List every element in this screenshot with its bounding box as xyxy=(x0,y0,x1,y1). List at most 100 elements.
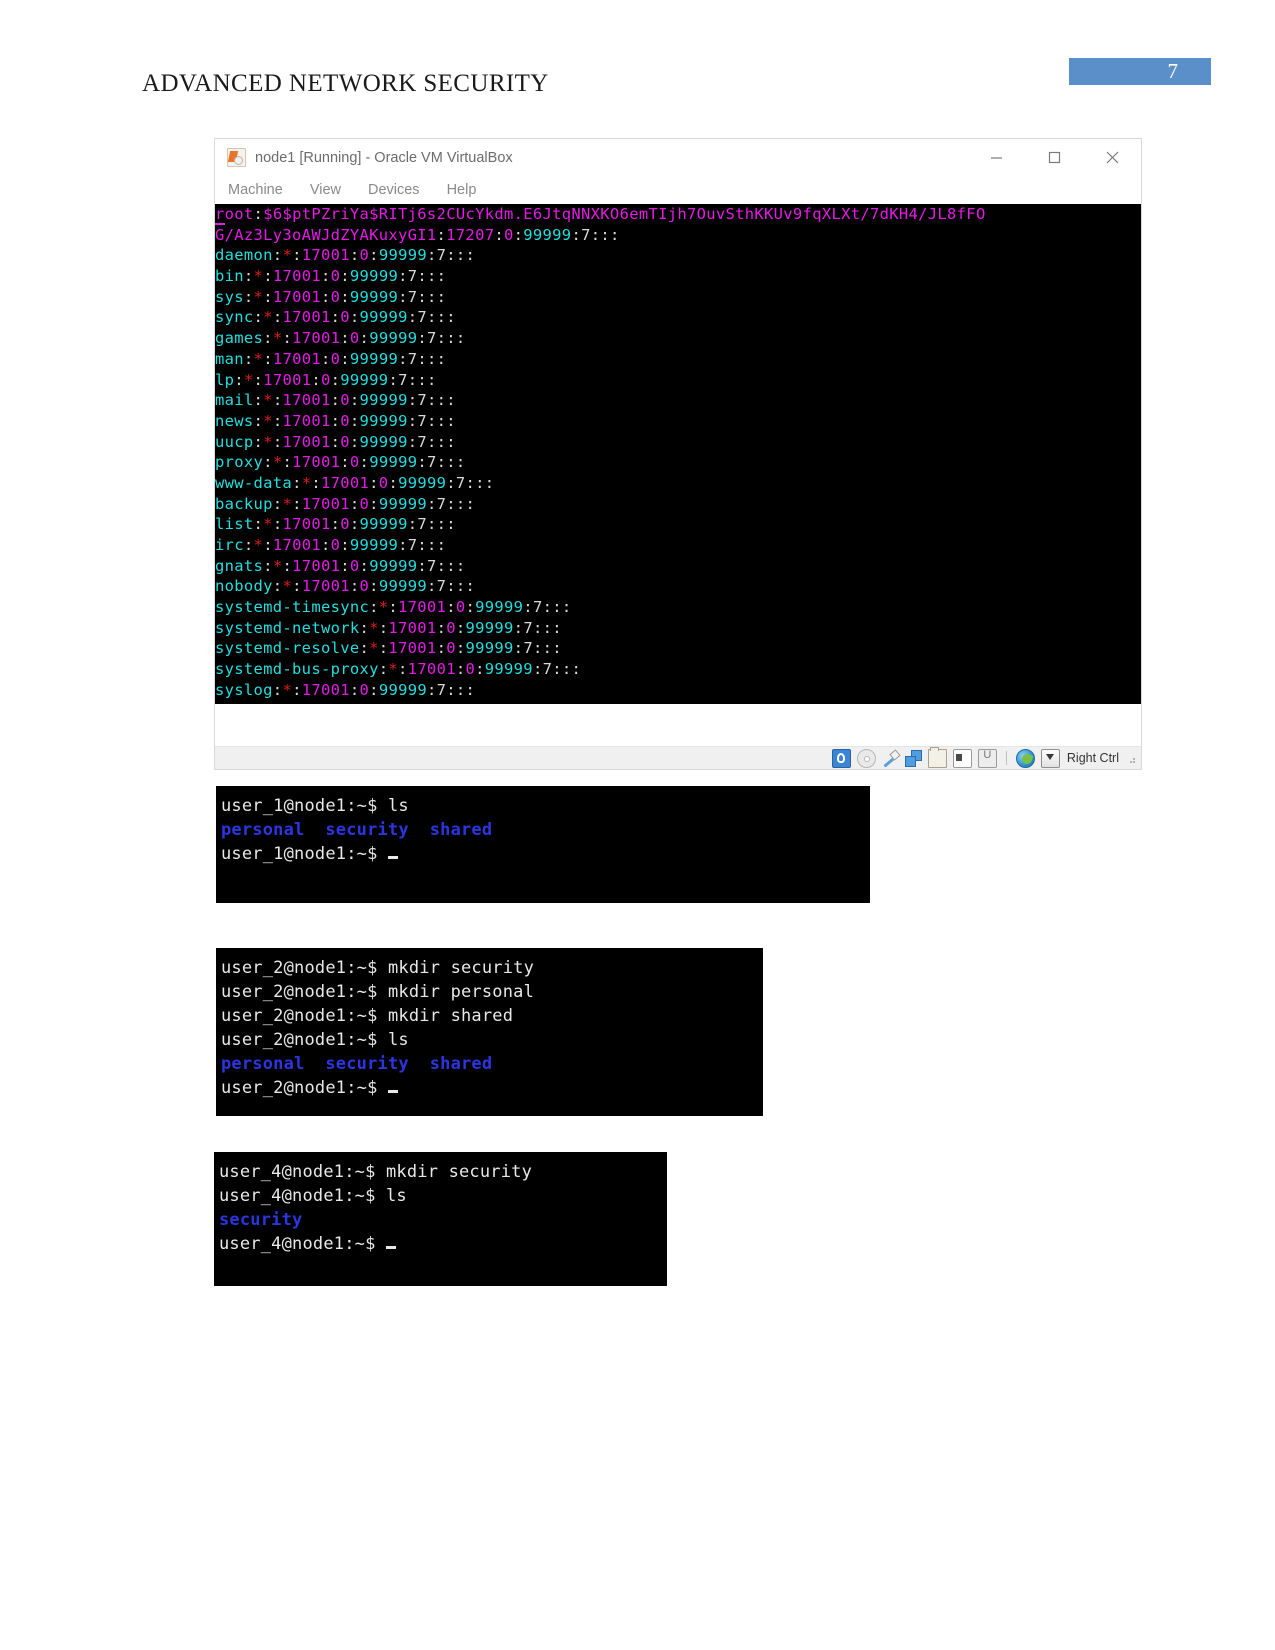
shadow-entry-row: backup:*:17001:0:99999:7::: xyxy=(215,494,1141,515)
vm-terminal-screen[interactable]: root: $6$ptPZriYa$RITj6s2CUcYkdm.E6JtqNNX… xyxy=(215,204,1141,704)
root-hash-continued: G/Az3Ly3oAWJdZYAKuxyGI1 xyxy=(215,225,437,244)
optical-disk-icon[interactable] xyxy=(856,748,876,768)
field-separator: : xyxy=(349,577,360,596)
terminal-user-4[interactable]: user_4@node1:~$ mkdir security user_4@nod… xyxy=(214,1152,667,1286)
menu-item-devices[interactable]: Devices xyxy=(368,182,420,198)
max-field: 99999 xyxy=(359,515,408,534)
field-separator: : xyxy=(340,267,350,286)
root-password-hash: $6$ptPZriYa$RITj6s2CUcYkdm.E6JtqNNXKO6em… xyxy=(263,205,986,223)
field-separator: : xyxy=(253,370,264,389)
field-separator: : xyxy=(398,267,408,286)
field-separator: : xyxy=(513,225,524,244)
usb-icon[interactable] xyxy=(882,750,899,767)
terminal-user-1[interactable]: user_1@node1:~$ ls personal security shar… xyxy=(216,786,870,903)
lastchange-field: 17207 xyxy=(446,225,495,244)
virtualbox-menubar: Machine View Devices Help xyxy=(215,176,1141,204)
field-separator: : xyxy=(243,287,254,306)
field-separator: : xyxy=(321,536,331,554)
field-separator: : xyxy=(292,494,302,513)
max-field: 99999 xyxy=(349,536,399,554)
menu-item-machine[interactable]: Machine xyxy=(228,182,283,198)
shadow-entry-row: man:*:17001:0:99999:7::: xyxy=(215,349,1141,370)
min-field: 0 xyxy=(340,308,350,327)
field-separator: : xyxy=(388,370,399,389)
field-separator: : xyxy=(349,411,360,430)
lastchange-field: 17001 xyxy=(292,556,341,575)
locked-password-marker: * xyxy=(301,473,312,492)
field-separator: : xyxy=(359,556,370,575)
field-separator: : xyxy=(349,432,360,451)
processor-icon[interactable] xyxy=(977,748,997,768)
field-separator: : xyxy=(369,246,379,265)
max-field: 99999 xyxy=(349,349,399,368)
shadow-username: uucp xyxy=(215,432,254,451)
field-separator: : xyxy=(330,370,341,389)
field-separator: : xyxy=(369,577,379,596)
shared-folder-icon[interactable] xyxy=(927,746,947,768)
shadow-root-line-1: root:$6$ptPZriYa$RITj6s2CUcYkdm.E6JtqNNX… xyxy=(215,204,1141,225)
shadow-entry-row: irc:*:17001:0:99999:7::: xyxy=(215,535,1141,556)
field-separator: : xyxy=(417,329,427,348)
terminal-user-2[interactable]: user_2@node1:~$ mkdir security user_2@nod… xyxy=(216,948,763,1116)
shadow-entry-row: sync:*:17001:0:99999:7::: xyxy=(215,307,1141,328)
field-separator: : xyxy=(243,536,254,554)
field-separator: : xyxy=(292,246,302,265)
close-icon[interactable] xyxy=(1083,139,1141,176)
shadow-username: proxy xyxy=(215,453,264,472)
virtualbox-titlebar[interactable]: node1 [Running] - Oracle VM VirtualBox xyxy=(215,139,1141,176)
lastchange-field: 17001 xyxy=(282,515,331,534)
hard-disk-icon[interactable] xyxy=(831,748,851,768)
field-separator: : xyxy=(263,267,273,286)
shadow-entry-row: bin:*:17001:0:99999:7::: xyxy=(215,266,1141,287)
lastchange-field: 17001 xyxy=(320,473,370,492)
resize-grip[interactable] xyxy=(1125,753,1135,763)
field-separator: : xyxy=(253,515,264,534)
locked-password-marker: * xyxy=(243,370,254,389)
field-separator: : xyxy=(263,329,273,348)
field-separator: : xyxy=(330,308,341,327)
globe-icon[interactable] xyxy=(1015,748,1035,768)
field-separator: : xyxy=(253,411,264,430)
video-capture-icon[interactable] xyxy=(952,748,972,768)
menu-item-help[interactable]: Help xyxy=(447,182,477,198)
prompt-line-active: user_2@node1:~$ xyxy=(221,1076,763,1100)
maximize-icon[interactable] xyxy=(1025,139,1083,176)
max-field: 99999 xyxy=(369,453,418,472)
field-separator: : xyxy=(349,391,360,410)
field-separator: : xyxy=(263,536,273,554)
shadow-entry-row: uucp:*:17001:0:99999:7::: xyxy=(215,432,1141,453)
field-separator: : xyxy=(417,556,427,575)
terminal-cursor xyxy=(387,1090,398,1093)
locked-password-marker: * xyxy=(263,411,273,430)
min-field: 0 xyxy=(359,494,370,513)
shadow-entry-row: nobody:*:17001:0:99999:7::: xyxy=(215,576,1141,597)
shadow-entry-row: proxy:*:17001:0:99999:7::: xyxy=(215,452,1141,473)
warn-field: 7::: xyxy=(407,287,447,306)
network-icon[interactable] xyxy=(904,749,922,767)
field-separator: : xyxy=(340,349,350,368)
field-separator: : xyxy=(311,473,321,492)
max-field: 99999 xyxy=(369,329,418,348)
prompt-line: user_2@node1:~$ mkdir shared xyxy=(221,1006,514,1026)
shadow-entry-row: gnats:*:17001:0:99999:7::: xyxy=(215,556,1141,577)
warn-field: 7::: xyxy=(407,267,447,286)
virtualbox-statusbar: Right Ctrl xyxy=(214,746,1142,770)
field-separator: : xyxy=(272,577,283,596)
max-field: 99999 xyxy=(359,308,408,327)
field-separator: : xyxy=(272,494,283,513)
minimize-icon[interactable] xyxy=(967,139,1025,176)
warn-field: 7::: xyxy=(427,453,466,472)
warn-field: 7::: xyxy=(407,536,447,554)
field-separator: : xyxy=(282,329,293,348)
field-separator: : xyxy=(234,370,244,389)
menu-item-view[interactable]: View xyxy=(310,182,341,198)
window-controls xyxy=(967,139,1141,176)
field-separator: : xyxy=(571,225,582,244)
page-title: ADVANCED NETWORK SECURITY xyxy=(142,70,549,97)
max-field: 99999 xyxy=(378,577,427,596)
lastchange-field: 17001 xyxy=(272,267,321,286)
host-key-icon[interactable] xyxy=(1040,748,1060,768)
field-separator: : xyxy=(253,391,264,410)
field-separator: : xyxy=(253,205,264,223)
field-separator: : xyxy=(272,391,283,410)
